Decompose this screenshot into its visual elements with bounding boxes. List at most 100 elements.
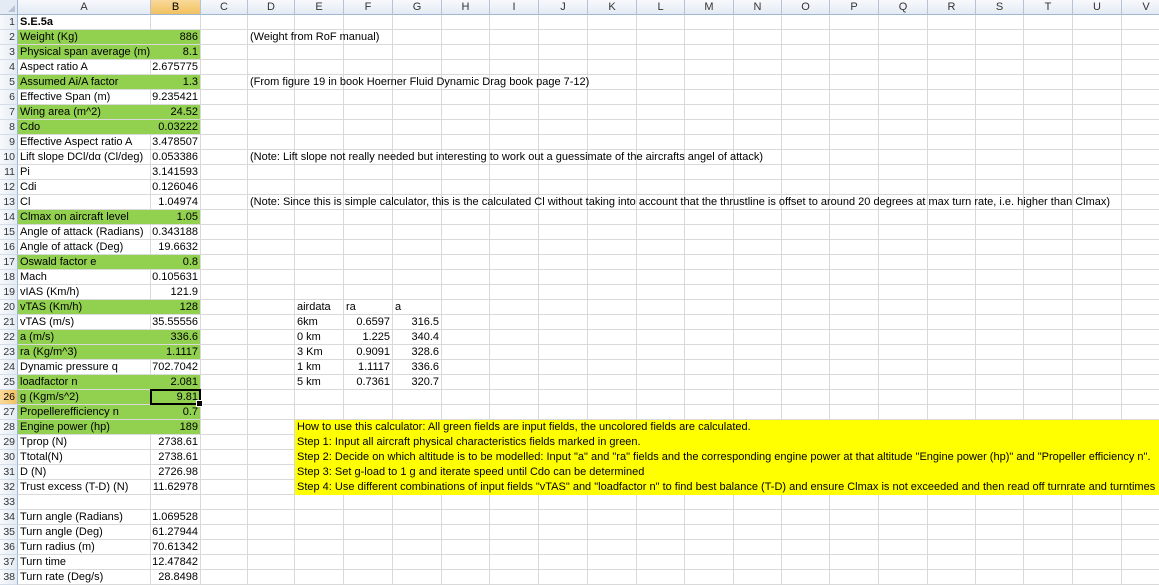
cell-label-a35[interactable]: Turn angle (Deg): [20, 525, 103, 540]
row-header-36[interactable]: 36: [0, 540, 18, 555]
row-header-18[interactable]: 18: [0, 270, 18, 285]
cell-label-a6[interactable]: Effective Span (m): [20, 90, 110, 105]
cell-label-a12[interactable]: Cdi: [20, 180, 37, 195]
airdata-cell-e23[interactable]: 3 Km: [297, 345, 323, 360]
column-header-j[interactable]: J: [539, 0, 588, 15]
cell-value-b13[interactable]: 1.04974: [151, 195, 198, 210]
column-header-r[interactable]: R: [928, 0, 976, 15]
cell-value-b37[interactable]: 12.47842: [151, 555, 198, 570]
airdata-cell-g21[interactable]: 316.5: [393, 315, 439, 330]
instruction-cell-e32[interactable]: Step 4: Use different combinations of in…: [297, 480, 1155, 495]
cell-label-a22[interactable]: a (m/s): [20, 330, 54, 345]
row-header-34[interactable]: 34: [0, 510, 18, 525]
column-header-i[interactable]: I: [490, 0, 539, 15]
cell-label-a16[interactable]: Angle of attack (Deg): [20, 240, 123, 255]
airdata-cell-f21[interactable]: 0.6597: [344, 315, 390, 330]
instruction-cell-e28[interactable]: How to use this calculator: All green fi…: [297, 420, 751, 435]
cell-label-a30[interactable]: Ttotal(N): [20, 450, 63, 465]
spreadsheet-grid[interactable]: ABCDEFGHIJKLMNOPQRSTUV 1 2 3 4 5 6 7 8 9 10 11 12 13…: [0, 0, 1159, 585]
row-header-5[interactable]: 5: [0, 75, 18, 90]
column-header-g[interactable]: G: [393, 0, 442, 15]
airdata-cell-e20[interactable]: airdata: [297, 300, 331, 315]
column-header-v[interactable]: V: [1122, 0, 1159, 15]
row-header-12[interactable]: 12: [0, 180, 18, 195]
cell-value-b24[interactable]: 702.7042: [151, 360, 198, 375]
cell-note-d13[interactable]: (Note: Since this is simple calculator, …: [250, 195, 1110, 210]
column-header-f[interactable]: F: [344, 0, 393, 15]
airdata-cell-e22[interactable]: 0 km: [297, 330, 321, 345]
cell-value-b35[interactable]: 61.27944: [151, 525, 198, 540]
cell-label-a17[interactable]: Oswald factor e: [20, 255, 96, 270]
airdata-cell-g25[interactable]: 320.7: [393, 375, 439, 390]
cell-label-a21[interactable]: vTAS (m/s): [20, 315, 74, 330]
cell-value-b11[interactable]: 3.141593: [151, 165, 198, 180]
airdata-cell-e25[interactable]: 5 km: [297, 375, 321, 390]
row-header-33[interactable]: 33: [0, 495, 18, 510]
cell-label-a23[interactable]: ra (Kg/m^3): [20, 345, 77, 360]
cell-note-d10[interactable]: (Note: Lift slope not really needed but …: [250, 150, 763, 165]
row-header-27[interactable]: 27: [0, 405, 18, 420]
column-header-m[interactable]: M: [685, 0, 734, 15]
cell-value-b25[interactable]: 2.081: [151, 375, 198, 390]
cell-label-a4[interactable]: Aspect ratio A: [20, 60, 88, 75]
cell-label-a7[interactable]: Wing area (m^2): [20, 105, 101, 120]
row-header-30[interactable]: 30: [0, 450, 18, 465]
row-header-31[interactable]: 31: [0, 465, 18, 480]
cell-label-a11[interactable]: Pi: [20, 165, 30, 180]
column-header-u[interactable]: U: [1073, 0, 1122, 15]
cell-value-b4[interactable]: 2.675775: [151, 60, 198, 75]
cell-label-a20[interactable]: vTAS (Km/h): [20, 300, 82, 315]
cell-label-a36[interactable]: Turn radius (m): [20, 540, 95, 555]
row-header-20[interactable]: 20: [0, 300, 18, 315]
cell-value-b7[interactable]: 24.52: [151, 105, 198, 120]
row-header-13[interactable]: 13: [0, 195, 18, 210]
cell-value-b21[interactable]: 35.55556: [151, 315, 198, 330]
cell-value-b38[interactable]: 28.8498: [151, 570, 198, 585]
column-header-n[interactable]: N: [734, 0, 782, 15]
fill-handle[interactable]: [196, 400, 203, 407]
row-header-28[interactable]: 28: [0, 420, 18, 435]
cell-label-a24[interactable]: Dynamic pressure q: [20, 360, 118, 375]
instruction-cell-e31[interactable]: Step 3: Set g-load to 1 g and iterate sp…: [297, 465, 644, 480]
cell-value-b2[interactable]: 886: [151, 30, 198, 45]
cell-note-d2[interactable]: (Weight from RoF manual): [250, 30, 379, 45]
column-header-l[interactable]: L: [637, 0, 685, 15]
airdata-cell-f25[interactable]: 0.7361: [344, 375, 390, 390]
row-header-2[interactable]: 2: [0, 30, 18, 45]
cell-label-a32[interactable]: Trust excess (T-D) (N): [20, 480, 128, 495]
row-header-6[interactable]: 6: [0, 90, 18, 105]
row-header-24[interactable]: 24: [0, 360, 18, 375]
cell-label-a15[interactable]: Angle of attack (Radians): [20, 225, 144, 240]
instruction-cell-e30[interactable]: Step 2: Decide on which altitude is to b…: [297, 450, 1151, 465]
cell-label-a5[interactable]: Assumed Ai/A factor: [20, 75, 118, 90]
airdata-cell-f24[interactable]: 1.1117: [344, 360, 390, 375]
cell-value-b30[interactable]: 2738.61: [151, 450, 198, 465]
airdata-cell-g20[interactable]: a: [395, 300, 401, 315]
cell-value-b10[interactable]: 0.053386: [151, 150, 198, 165]
column-header-e[interactable]: E: [295, 0, 344, 15]
cell-value-b36[interactable]: 70.61342: [151, 540, 198, 555]
cell-label-a38[interactable]: Turn rate (Deg/s): [20, 570, 103, 585]
column-header-k[interactable]: K: [588, 0, 637, 15]
column-header-t[interactable]: T: [1024, 0, 1073, 15]
row-header-10[interactable]: 10: [0, 150, 18, 165]
row-header-7[interactable]: 7: [0, 105, 18, 120]
cell-label-a31[interactable]: D (N): [20, 465, 46, 480]
cell-value-b8[interactable]: 0.03222: [151, 120, 198, 135]
column-header-a[interactable]: A: [18, 0, 151, 15]
cell-value-b29[interactable]: 2738.61: [151, 435, 198, 450]
airdata-cell-e21[interactable]: 6km: [297, 315, 318, 330]
row-header-22[interactable]: 22: [0, 330, 18, 345]
column-header-q[interactable]: Q: [879, 0, 928, 15]
cell-value-b27[interactable]: 0.7: [151, 405, 198, 420]
row-header-38[interactable]: 38: [0, 570, 18, 585]
row-header-25[interactable]: 25: [0, 375, 18, 390]
airdata-cell-f22[interactable]: 1.225: [344, 330, 390, 345]
airdata-cell-g22[interactable]: 340.4: [393, 330, 439, 345]
row-header-1[interactable]: 1: [0, 15, 18, 30]
row-header-21[interactable]: 21: [0, 315, 18, 330]
active-cell-selection[interactable]: [150, 389, 203, 407]
row-header-35[interactable]: 35: [0, 525, 18, 540]
row-header-19[interactable]: 19: [0, 285, 18, 300]
row-header-15[interactable]: 15: [0, 225, 18, 240]
